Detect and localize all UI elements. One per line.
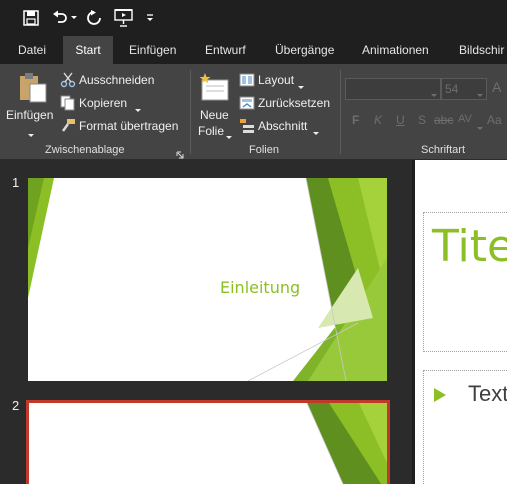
bullet-triangle-icon: [434, 388, 446, 407]
tab-uebergaenge[interactable]: Übergänge: [275, 36, 334, 64]
start-slideshow-icon[interactable]: [113, 6, 135, 30]
ribbon: Einfügen Ausschneiden Kopieren Format üb…: [0, 64, 507, 160]
ribbon-separator: [190, 70, 191, 154]
ribbon-separator: [340, 70, 341, 154]
font-size-value: 54: [445, 82, 459, 96]
new-slide-icon[interactable]: [198, 72, 230, 102]
strikethrough-button[interactable]: abc: [434, 113, 453, 127]
layout-button[interactable]: Layout: [258, 73, 294, 87]
bold-button[interactable]: F: [352, 113, 359, 127]
new-slide-dropdown-icon[interactable]: [225, 128, 233, 146]
character-spacing-dropdown-icon[interactable]: [476, 119, 484, 137]
shadow-button[interactable]: S: [418, 113, 426, 127]
quick-access-toolbar: [0, 0, 507, 36]
current-slide: Tite Text: [415, 160, 507, 484]
reset-icon: [239, 95, 255, 116]
paste-button[interactable]: Einfügen: [6, 108, 53, 122]
format-painter-button[interactable]: Format übertragen: [79, 119, 178, 133]
format-painter-icon: [60, 118, 76, 139]
slide-number: 2: [12, 398, 20, 413]
green-facet-graphic: [28, 178, 387, 381]
new-slide-label-second-line: Folie: [198, 124, 225, 138]
underline-button[interactable]: U: [396, 113, 405, 127]
slide-thumbnail-selected[interactable]: [26, 400, 390, 484]
section-button[interactable]: Abschnitt: [258, 119, 307, 133]
copy-dropdown-icon[interactable]: [134, 101, 142, 119]
paste-icon[interactable]: [18, 72, 48, 104]
font-name-combobox[interactable]: [345, 78, 441, 100]
slides-group-label: Folien: [249, 144, 279, 156]
clipboard-launcher-icon[interactable]: [176, 146, 184, 159]
character-spacing-button[interactable]: AV: [458, 113, 472, 125]
cut-button[interactable]: Ausschneiden: [79, 73, 154, 87]
slide-number: 1: [12, 175, 20, 190]
green-facet-graphic: [306, 403, 387, 484]
tab-bildschirmpraesentation[interactable]: Bildschir: [459, 36, 504, 64]
redo-icon[interactable]: [84, 6, 104, 30]
title-placeholder[interactable]: Tite: [423, 212, 507, 352]
content-placeholder[interactable]: Text: [423, 370, 507, 484]
undo-icon[interactable]: [50, 6, 70, 30]
body-text: Text: [468, 381, 507, 406]
grow-font-icon[interactable]: A: [492, 79, 501, 95]
tab-entwurf[interactable]: Entwurf: [205, 36, 246, 64]
tab-einfuegen[interactable]: Einfügen: [129, 36, 176, 64]
ribbon-tabs: Datei Start Einfügen Entwurf Übergänge A…: [0, 36, 507, 64]
title-text: Tite: [432, 221, 507, 272]
copy-button[interactable]: Kopieren: [79, 96, 127, 110]
tab-animationen[interactable]: Animationen: [362, 36, 429, 64]
scissors-icon: [60, 72, 76, 93]
reset-button[interactable]: Zurücksetzen: [258, 96, 330, 110]
thumbnail-title: Einleitung: [220, 278, 301, 297]
new-slide-button[interactable]: Neue: [200, 108, 229, 122]
font-size-dropdown-icon[interactable]: [476, 86, 484, 104]
section-icon: [239, 118, 255, 139]
clipboard-group-label: Zwischenablage: [45, 144, 125, 156]
customize-qat-icon[interactable]: [144, 6, 156, 30]
font-group-label: Schriftart: [421, 144, 466, 156]
paste-dropdown-icon[interactable]: [27, 126, 35, 144]
change-case-button[interactable]: Aa: [487, 113, 502, 127]
layout-dropdown-icon[interactable]: [297, 78, 305, 96]
tab-datei[interactable]: Datei: [18, 36, 46, 64]
undo-dropdown-icon[interactable]: [69, 6, 79, 30]
tab-start[interactable]: Start: [63, 36, 113, 64]
save-icon[interactable]: [20, 6, 42, 30]
italic-button[interactable]: K: [374, 113, 382, 127]
copy-icon: [60, 95, 76, 116]
slide-thumbnails-pane: 1 Einleitung 2: [0, 160, 412, 484]
font-name-dropdown-icon[interactable]: [430, 86, 438, 104]
layout-icon: [239, 72, 255, 93]
slide-thumbnail[interactable]: Einleitung: [28, 178, 387, 381]
slide-editor: Tite Text: [412, 160, 507, 484]
section-dropdown-icon[interactable]: [312, 124, 320, 142]
